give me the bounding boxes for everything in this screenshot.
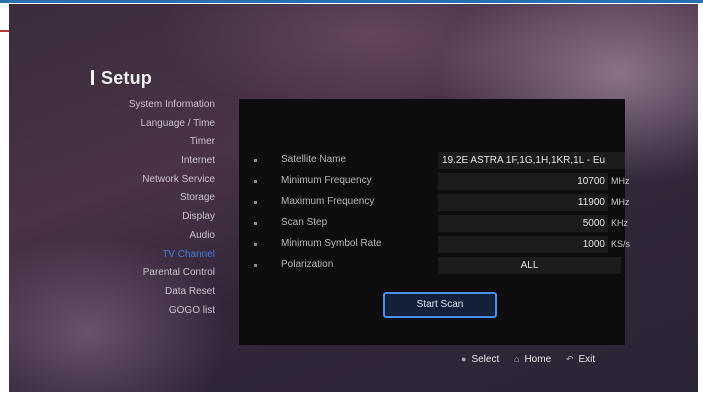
setting-row-polarization: Polarization ALL xyxy=(239,256,625,274)
polarization-selector[interactable]: ALL xyxy=(438,257,621,274)
menu-item-audio[interactable]: Audio xyxy=(129,227,215,246)
min-frequency-field[interactable]: 10700 xyxy=(438,173,608,190)
setting-row-min-symbol-rate: Minimum Symbol Rate 1000 KS/s xyxy=(239,235,630,253)
menu-item-data-reset[interactable]: Data Reset xyxy=(129,283,215,302)
menu-item-gogo-list[interactable]: GOGO list xyxy=(129,302,215,321)
bullet-icon xyxy=(254,180,257,183)
tv-channel-panel: Satellite Name 19.2E ASTRA 1F,1G,1H,1KR,… xyxy=(239,99,630,345)
home-icon: ⌂ xyxy=(514,354,520,364)
bullet-icon xyxy=(254,264,257,267)
setup-menu: System Information Language / Time Timer… xyxy=(129,96,215,320)
hint-select[interactable]: ● Select xyxy=(461,354,499,365)
page-title: Setup xyxy=(91,68,152,89)
setting-label: Satellite Name xyxy=(281,154,347,165)
bullet-icon xyxy=(254,222,257,225)
bullet-icon xyxy=(254,201,257,204)
unit-label: MHz xyxy=(611,176,630,186)
setting-row-satellite-name: Satellite Name 19.2E ASTRA 1F,1G,1H,1KR,… xyxy=(239,151,625,169)
bullet-icon xyxy=(254,159,257,162)
setting-label: Polarization xyxy=(281,259,334,270)
back-arrow-icon: ↶ xyxy=(565,354,574,364)
menu-item-system-information[interactable]: System Information xyxy=(129,96,215,115)
unit-label: KHz xyxy=(611,218,629,228)
hint-select-label: Select xyxy=(471,354,500,365)
menu-item-internet[interactable]: Internet xyxy=(129,152,215,171)
hint-exit[interactable]: ↶ Exit xyxy=(566,354,595,365)
menu-item-network-service[interactable]: Network Service xyxy=(129,171,215,190)
hint-home-label: Home xyxy=(524,354,552,365)
scan-step-field[interactable]: 5000 xyxy=(438,215,608,232)
menu-item-parental-control[interactable]: Parental Control xyxy=(129,264,215,283)
menu-item-tv-channel[interactable]: TV Channel xyxy=(129,246,215,265)
start-scan-button[interactable]: Start Scan xyxy=(383,292,497,318)
page-title-text: Setup xyxy=(101,68,153,88)
menu-item-storage[interactable]: Storage xyxy=(129,189,215,208)
satellite-name-field[interactable]: 19.2E ASTRA 1F,1G,1H,1KR,1L - Eu xyxy=(438,152,625,169)
menu-item-display[interactable]: Display xyxy=(129,208,215,227)
max-frequency-field[interactable]: 11900 xyxy=(438,194,608,211)
min-symbol-rate-field[interactable]: 1000 xyxy=(438,236,608,253)
hint-exit-label: Exit xyxy=(578,354,596,365)
setting-row-max-frequency: Maximum Frequency 11900 MHz xyxy=(239,193,630,211)
unit-label: KS/s xyxy=(611,239,631,249)
hint-home[interactable]: ⌂ Home xyxy=(514,354,551,365)
menu-item-language-time[interactable]: Language / Time xyxy=(129,115,216,134)
setting-label: Minimum Symbol Rate xyxy=(281,238,382,249)
ok-icon: ● xyxy=(461,354,467,364)
remote-hints-bar: ● Select ⌂ Home ↶ Exit xyxy=(461,354,607,365)
setting-row-scan-step: Scan Step 5000 KHz xyxy=(239,214,629,232)
setting-label: Maximum Frequency xyxy=(281,196,375,207)
tv-screen: Setup System Information Language / Time… xyxy=(9,4,698,392)
menu-item-timer[interactable]: Timer xyxy=(129,133,215,152)
title-bar-icon xyxy=(91,70,94,85)
window-top-border xyxy=(0,0,703,3)
setting-label: Minimum Frequency xyxy=(281,175,372,186)
setting-label: Scan Step xyxy=(281,217,328,228)
unit-label: MHz xyxy=(611,197,630,207)
setting-row-min-frequency: Minimum Frequency 10700 MHz xyxy=(239,172,630,190)
bullet-icon xyxy=(254,243,257,246)
